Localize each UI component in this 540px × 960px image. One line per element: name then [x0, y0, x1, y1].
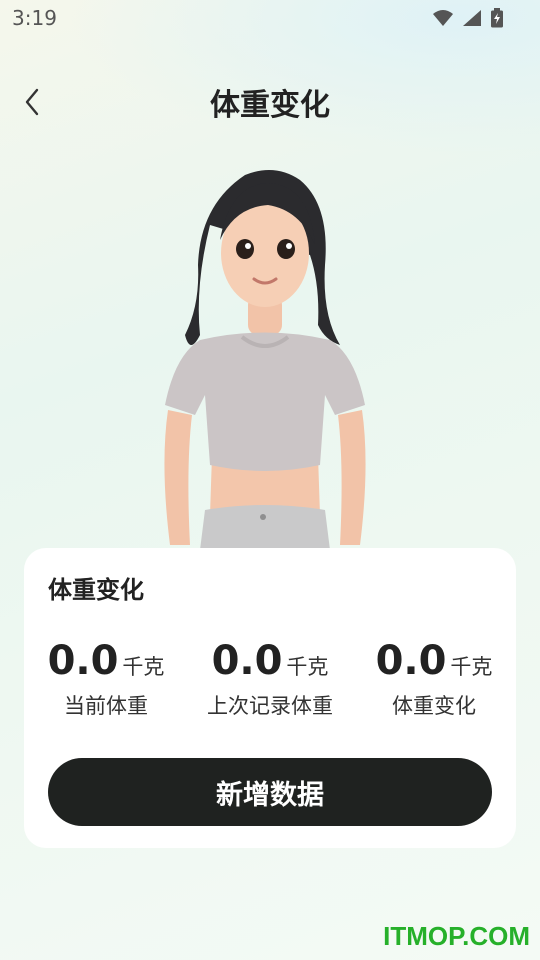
stat-unit: 千克: [286, 655, 329, 679]
status-bar: 3:19: [0, 0, 540, 36]
battery-icon: [491, 8, 503, 28]
stat-current-weight: 0.0 千克 当前体重: [24, 638, 188, 720]
stat-label: 体重变化: [392, 694, 476, 718]
weight-change-card: 体重变化 0.0 千克 当前体重 0.0 千克 上次记录体重 0.0 千克 体重变化 …: [24, 548, 516, 848]
stat-last-weight: 0.0 千克 上次记录体重: [188, 638, 352, 720]
status-time: 3:19: [12, 6, 57, 30]
stat-label: 上次记录体重: [207, 694, 333, 718]
stat-value: 0.0: [375, 638, 447, 684]
card-title: 体重变化: [48, 576, 144, 604]
stat-value: 0.0: [47, 638, 119, 684]
stat-label: 当前体重: [64, 694, 148, 718]
stat-value: 0.0: [211, 638, 283, 684]
avatar-illustration: [150, 165, 380, 550]
stats-row: 0.0 千克 当前体重 0.0 千克 上次记录体重 0.0 千克 体重变化: [24, 638, 516, 728]
wifi-icon: [433, 10, 453, 26]
status-icons: [432, 8, 504, 28]
add-data-button[interactable]: 新增数据: [48, 758, 492, 826]
stat-unit: 千克: [450, 655, 493, 679]
page-title: 体重变化: [210, 88, 330, 123]
signal-icon: [463, 10, 481, 26]
watermark: ITMOP.COM: [383, 921, 530, 951]
header: 体重变化: [0, 72, 540, 132]
stat-weight-change: 0.0 千克 体重变化: [352, 638, 516, 720]
stat-unit: 千克: [122, 655, 165, 679]
